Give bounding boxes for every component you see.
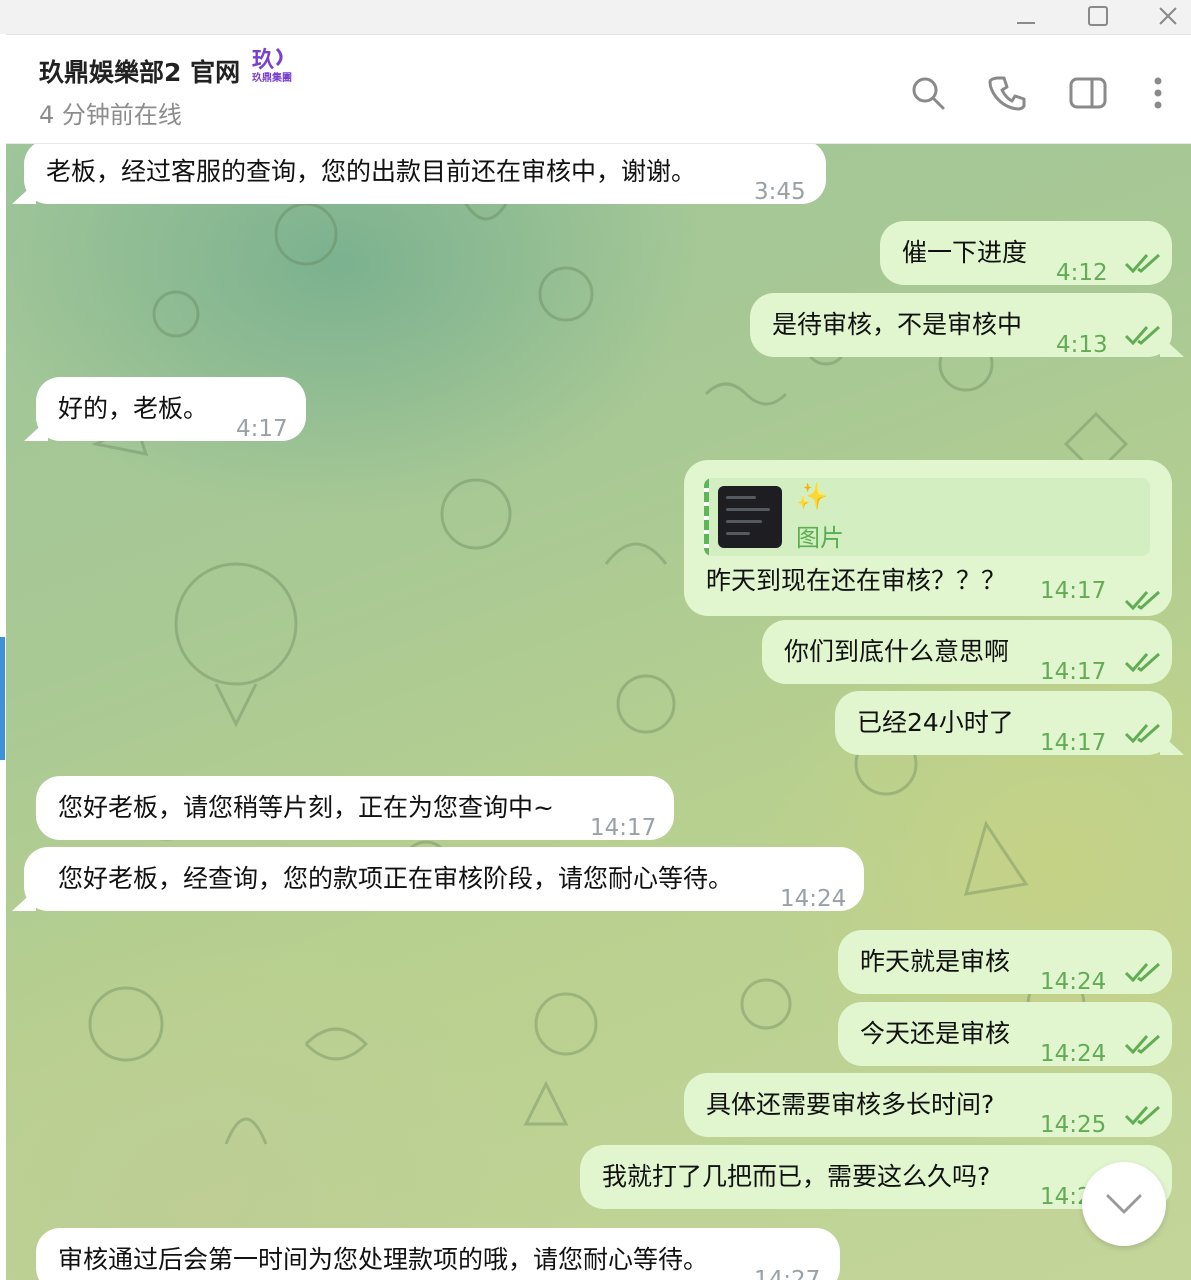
maximize-button[interactable] (1062, 0, 1132, 34)
message-text: 昨天就是审核 (860, 947, 1011, 976)
read-check-icon (1124, 1034, 1160, 1055)
message-outgoing[interactable]: 催一下进度 4:12 (880, 221, 1172, 286)
message-outgoing[interactable]: 是待审核，不是审核中 4:13 (750, 293, 1172, 358)
message-outgoing[interactable]: 已经24小时了 14:17 (835, 691, 1172, 756)
message-text: 今天还是审核 (860, 1019, 1011, 1048)
message-outgoing[interactable]: 今天还是审核 14:24 (838, 1002, 1172, 1067)
chevron-down-icon (1106, 1194, 1142, 1214)
read-check-icon (1124, 1105, 1160, 1126)
message-time: 14:17 (1040, 730, 1107, 756)
minimize-icon (1017, 22, 1035, 24)
message-text: 老板，经过客服的查询，您的出款目前还在审核中，谢谢。 (46, 157, 697, 186)
message-text: 具体还需要审核多长时间? (706, 1090, 995, 1119)
message-incoming[interactable]: 您好老板，请您稍等片刻，正在为您查询中~ 14:17 (36, 776, 674, 841)
phone-icon[interactable] (988, 73, 1028, 113)
message-incoming[interactable]: 老板，经过客服的查询，您的出款目前还在审核中，谢谢。 3:45 (24, 144, 826, 205)
photo-thumbnail (718, 486, 782, 548)
close-icon (1159, 7, 1177, 25)
message-text: 催一下进度 (902, 238, 1028, 267)
read-check-icon (1124, 590, 1160, 611)
svg-text:玖鼎集團: 玖鼎集團 (252, 71, 292, 84)
read-check-icon (1124, 962, 1160, 983)
message-time: 4:17 (236, 416, 288, 442)
read-check-icon (1124, 253, 1160, 274)
read-check-icon (1124, 723, 1160, 744)
window-titlebar (0, 0, 1191, 35)
close-button[interactable] (1132, 0, 1191, 34)
message-text: 是待审核，不是审核中 (772, 310, 1023, 339)
message-text: 您好老板，请您稍等片刻，正在为您查询中~ (58, 793, 554, 822)
reply-bar (704, 478, 709, 556)
message-time: 4:13 (1056, 332, 1108, 358)
svg-text:玖: 玖 (252, 47, 275, 73)
message-text: 你们到底什么意思啊 (784, 637, 1010, 666)
active-chat-indicator (0, 637, 5, 760)
sparkle-icon: ✨ (796, 482, 829, 512)
more-icon[interactable] (1138, 73, 1178, 113)
chat-title[interactable]: 玖鼎娛樂部2 官网 (39, 53, 240, 89)
message-outgoing-photo-reply[interactable]: ✨ 图片 昨天到现在还在审核？？？ 14:17 (684, 460, 1172, 616)
reply-label: 图片 (796, 524, 844, 552)
read-check-icon (1124, 325, 1160, 346)
message-incoming[interactable]: 好的，老板。 4:17 (36, 377, 306, 442)
message-incoming[interactable]: 审核通过后会第一时间为您处理款项的哦，请您耐心等待。 14:27 (36, 1228, 840, 1280)
message-outgoing[interactable]: 昨天就是审核 14:24 (838, 930, 1172, 995)
chat-area[interactable]: 老板，经过客服的查询，您的出款目前还在审核中，谢谢。 3:45 催一下进度 4:… (6, 144, 1191, 1280)
search-icon[interactable] (908, 73, 948, 113)
message-text: 好的，老板。 (58, 394, 209, 423)
message-incoming[interactable]: 您好老板，经查询，您的款项正在审核阶段，请您耐心等待。 14:24 (24, 847, 864, 912)
message-time: 14:17 (1040, 578, 1107, 604)
read-check-icon (1124, 652, 1160, 673)
message-time: 14:27 (754, 1267, 821, 1280)
minimize-button[interactable] (990, 0, 1060, 34)
message-time: 14:24 (780, 886, 847, 912)
scroll-to-bottom-button[interactable] (1082, 1162, 1166, 1246)
message-text: 已经24小时了 (857, 708, 1014, 737)
message-text: 昨天到现在还在审核？？？ (706, 566, 1007, 595)
reply-preview[interactable]: ✨ 图片 (704, 478, 1150, 556)
chat-header: 玖鼎娛樂部2 官网 玖 玖鼎集團 4 分钟前在线 (6, 35, 1191, 144)
message-outgoing[interactable]: 你们到底什么意思啊 14:17 (762, 620, 1172, 685)
message-text: 您好老板，经查询，您的款项正在审核阶段，请您耐心等待。 (58, 864, 734, 893)
message-text: 我就打了几把而已，需要这么久吗? (602, 1162, 991, 1191)
sidebar-icon[interactable] (1068, 73, 1108, 113)
message-time: 3:45 (754, 179, 806, 205)
last-seen-status: 4 分钟前在线 (39, 101, 182, 129)
message-outgoing[interactable]: 具体还需要审核多长时间? 14:25 (684, 1073, 1172, 1138)
group-logo: 玖 玖鼎集團 (252, 47, 292, 84)
message-text: 审核通过后会第一时间为您处理款项的哦，请您耐心等待。 (58, 1245, 709, 1274)
maximize-icon (1088, 6, 1108, 26)
